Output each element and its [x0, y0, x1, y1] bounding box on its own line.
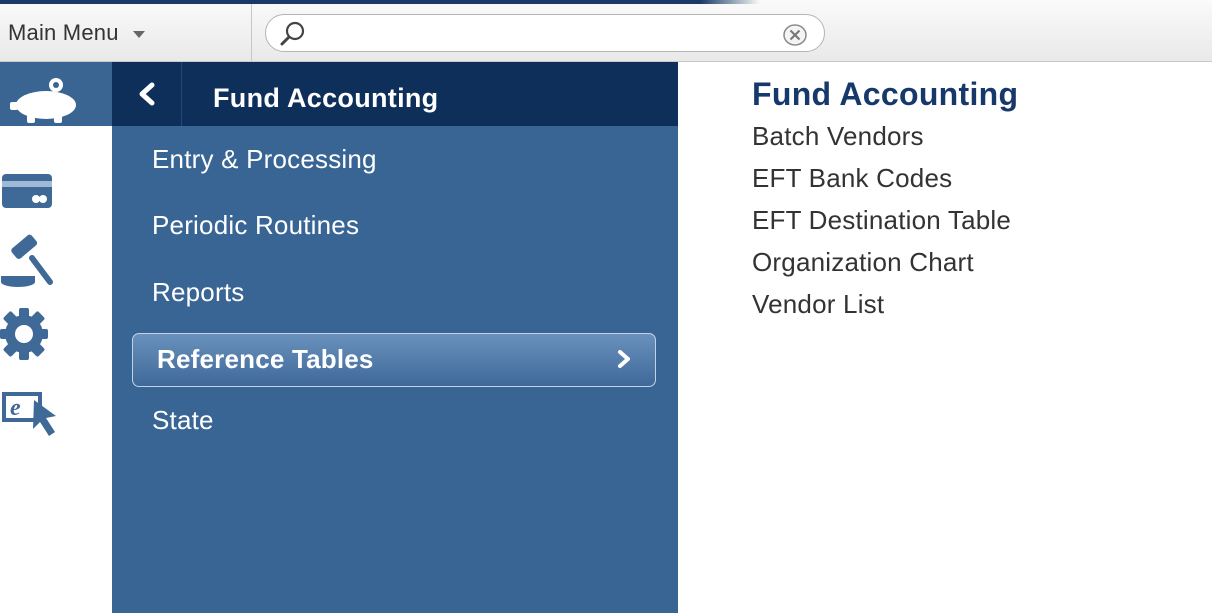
content-title: Fund Accounting	[752, 76, 1019, 112]
search-input[interactable]	[314, 19, 769, 47]
svg-text:e: e	[10, 395, 21, 421]
chevron-left-icon	[139, 82, 155, 106]
e-cursor-icon: e	[2, 392, 56, 436]
back-button[interactable]	[112, 62, 182, 126]
gavel-icon	[1, 234, 53, 287]
rail-item-auctions[interactable]	[0, 230, 112, 294]
content-area: Fund Accounting Batch Vendors EFT Bank C…	[678, 62, 1212, 613]
link-vendor-list[interactable]: Vendor List	[752, 289, 884, 320]
toolbar-accent-fade	[700, 0, 760, 4]
top-toolbar: Main Menu	[0, 0, 1212, 62]
search-box[interactable]	[265, 14, 825, 52]
nav-title: Fund Accounting	[213, 83, 439, 113]
nav-item-reference-tables[interactable]: Reference Tables	[132, 333, 656, 387]
nav-item-state[interactable]: State	[152, 405, 214, 436]
chevron-down-icon	[132, 30, 145, 38]
nav-item-entry-processing[interactable]: Entry & Processing	[152, 144, 377, 175]
link-batch-vendors[interactable]: Batch Vendors	[752, 121, 924, 152]
search-icon	[280, 21, 305, 46]
nav-header: Fund Accounting	[112, 62, 678, 126]
rail-item-fund-accounting[interactable]	[0, 62, 112, 126]
link-eft-bank-codes[interactable]: EFT Bank Codes	[752, 163, 952, 194]
icon-rail: e	[0, 62, 112, 613]
nav-panel: Fund Accounting Entry & Processing Perio…	[112, 62, 678, 613]
main-menu-label: Main Menu	[8, 19, 119, 45]
rail-item-payments[interactable]	[0, 162, 112, 226]
link-organization-chart[interactable]: Organization Chart	[752, 247, 974, 278]
nav-item-periodic-routines[interactable]: Periodic Routines	[152, 210, 359, 241]
piggy-bank-icon	[10, 78, 76, 123]
chevron-right-icon	[618, 350, 630, 368]
nav-item-reports[interactable]: Reports	[152, 277, 244, 308]
link-eft-destination-table[interactable]: EFT Destination Table	[752, 205, 1011, 236]
credit-card-icon	[2, 174, 52, 208]
nav-item-label: Reference Tables	[157, 344, 374, 374]
rail-item-e-services[interactable]: e	[0, 382, 112, 446]
main-menu-button[interactable]: Main Menu	[0, 4, 252, 61]
rail-item-settings[interactable]	[0, 302, 112, 366]
clear-search-icon[interactable]	[782, 23, 808, 47]
gear-icon	[0, 308, 48, 360]
